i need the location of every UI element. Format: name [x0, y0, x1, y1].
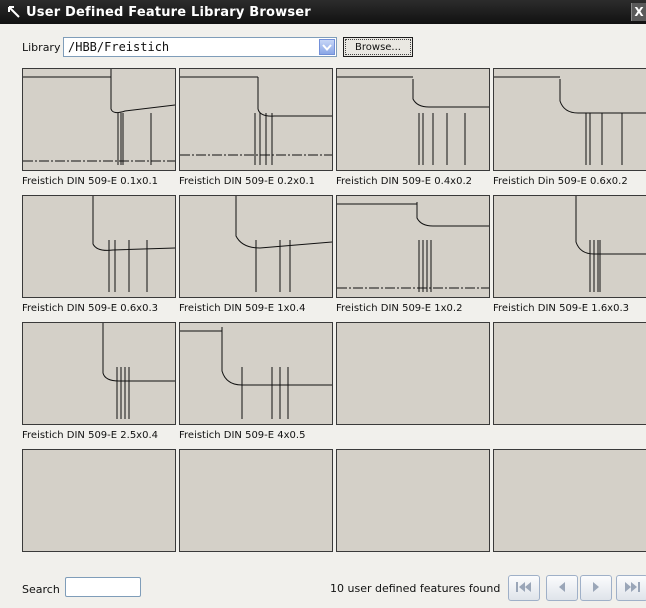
previous-page-button[interactable]	[546, 575, 578, 601]
status-text: 10 user defined features found	[330, 582, 501, 595]
feature-thumbnail[interactable]	[22, 322, 176, 425]
library-label: Library	[22, 41, 61, 54]
search-label: Search	[22, 583, 60, 596]
feature-name: Freistich DIN 509-E 4x0.5	[179, 430, 306, 441]
feature-thumbnail[interactable]	[179, 322, 333, 425]
feature-name: Freistich DIN 509-E 1x0.2	[336, 303, 463, 314]
next-page-icon	[591, 581, 601, 596]
chevron-down-icon[interactable]	[319, 39, 335, 55]
feature-thumbnail[interactable]	[493, 195, 646, 298]
feature-preview-icon	[102, 323, 175, 419]
feature-thumbnail[interactable]	[336, 195, 490, 298]
close-button[interactable]: X	[631, 3, 646, 21]
feature-thumbnail	[493, 322, 646, 425]
first-page-button[interactable]	[508, 575, 540, 601]
feature-thumbnail[interactable]	[179, 68, 333, 171]
browse-label: Browse...	[355, 41, 401, 53]
next-page-button[interactable]	[580, 575, 612, 601]
first-page-icon	[515, 581, 533, 596]
feature-preview-icon	[337, 76, 489, 165]
previous-page-icon	[557, 581, 567, 596]
last-page-icon	[623, 581, 641, 596]
window-title: User Defined Feature Library Browser	[26, 4, 311, 20]
browse-button[interactable]: Browse...	[343, 37, 413, 57]
last-page-button[interactable]	[616, 575, 646, 601]
feature-thumbnail[interactable]	[22, 68, 176, 171]
feature-thumbnail	[179, 449, 333, 552]
feature-name: Freistich DIN 509-E 0.6x0.3	[22, 303, 158, 314]
library-value: /HBB/Freistich	[68, 40, 170, 54]
feature-name: Freistich DIN 509-E 2.5x0.4	[22, 430, 158, 441]
feature-preview-icon	[180, 327, 332, 419]
bottom-bar: Search 10 user defined features found	[0, 570, 646, 608]
title-bar: User Defined Feature Library Browser X	[0, 0, 646, 24]
search-input[interactable]	[65, 577, 141, 597]
feature-grid: Freistich DIN 509-E 0.1x0.1 Freistich DIN…	[22, 68, 646, 558]
feature-thumbnail[interactable]	[493, 68, 646, 171]
feature-name: Freistich DIN 509-E 1.6x0.3	[493, 303, 629, 314]
feature-preview-icon	[23, 69, 175, 165]
feature-preview-icon	[235, 196, 332, 292]
app-icon	[6, 4, 22, 20]
feature-name: Freistich DIN 509-E 1x0.4	[179, 303, 306, 314]
feature-name: Freistich DIN 509-E 0.1x0.1	[22, 176, 158, 187]
library-combo[interactable]: /HBB/Freistich	[63, 37, 337, 57]
feature-name: Freistich DIN 509-E 0.4x0.2	[336, 176, 472, 187]
library-row: Library /HBB/Freistich Browse...	[0, 32, 646, 62]
feature-thumbnail[interactable]	[336, 68, 490, 171]
feature-thumbnail[interactable]	[22, 195, 176, 298]
feature-thumbnail	[336, 322, 490, 425]
feature-thumbnail	[22, 449, 176, 552]
feature-preview-icon	[180, 76, 332, 165]
feature-preview-icon	[494, 76, 646, 165]
feature-thumbnail	[336, 449, 490, 552]
feature-preview-icon	[575, 196, 646, 292]
feature-preview-icon	[337, 202, 489, 292]
feature-name: Freistich Din 509-E 0.6x0.2	[493, 176, 628, 187]
feature-preview-icon	[92, 196, 175, 292]
feature-thumbnail	[493, 449, 646, 552]
feature-name: Freistich DIN 509-E 0.2x0.1	[179, 176, 315, 187]
feature-thumbnail[interactable]	[179, 195, 333, 298]
